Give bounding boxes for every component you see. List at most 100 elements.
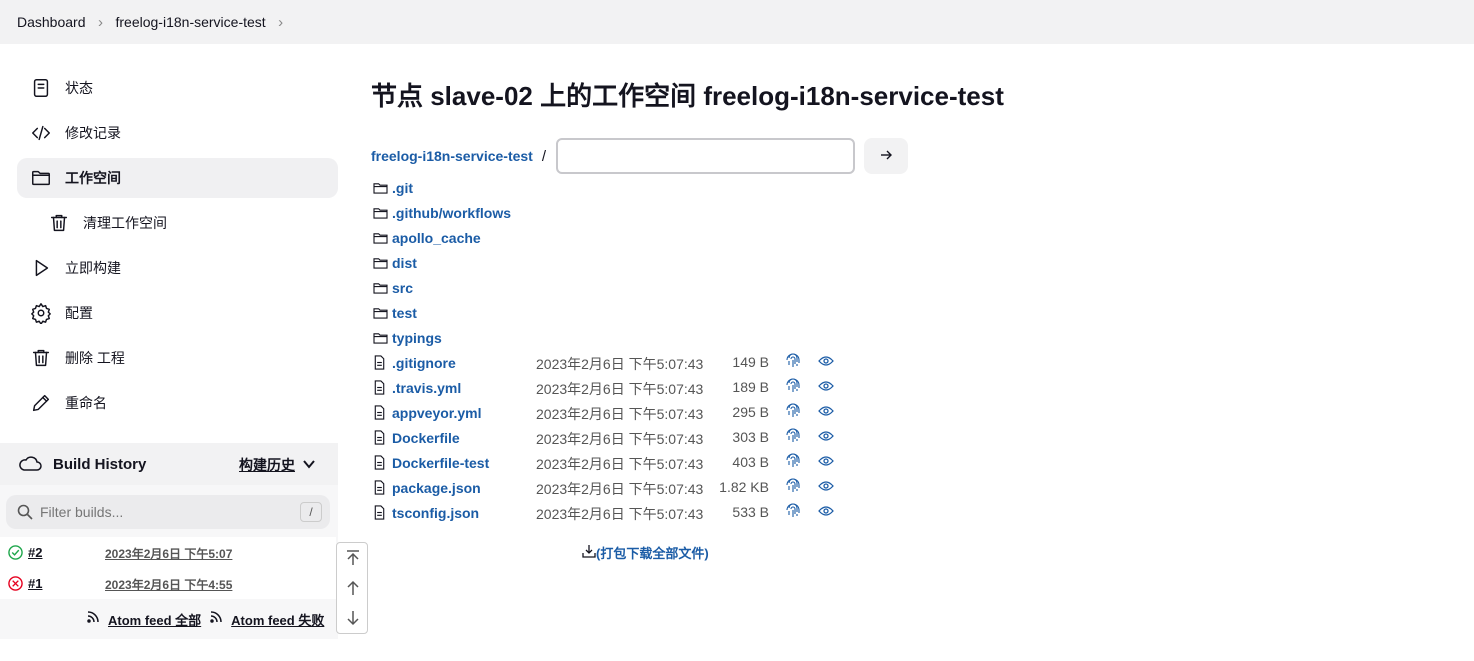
path-input[interactable] [556, 138, 856, 174]
folder-link[interactable]: typings [392, 330, 442, 346]
eye-icon[interactable] [818, 479, 834, 495]
download-all-label: (打包下载全部文件) [596, 546, 709, 561]
folder-row[interactable]: apollo_cache [373, 225, 853, 250]
file-row[interactable]: package.json 2023年2月6日 下午5:07:43 1.82 KB [373, 475, 853, 500]
folder-link[interactable]: dist [392, 255, 417, 271]
folder-row[interactable]: typings [373, 325, 853, 350]
go-button[interactable] [864, 138, 909, 174]
sidebar-item-wipe-workspace[interactable]: 清理工作空间 [17, 203, 338, 243]
folder-row[interactable]: test [373, 300, 853, 325]
file-icon [373, 380, 392, 395]
sidebar-item-status[interactable]: 状态 [17, 68, 338, 108]
folder-link[interactable]: test [392, 305, 417, 321]
atom-feeds: Atom feed 全部 Atom feed 失败 [86, 610, 324, 629]
breadcrumb-project[interactable]: freelog-i18n-service-test [116, 14, 266, 30]
path-root-link[interactable]: freelog-i18n-service-test [371, 148, 533, 164]
chevron-down-icon[interactable] [302, 457, 316, 474]
file-link[interactable]: .gitignore [392, 355, 456, 371]
download-all-link[interactable]: (打包下载全部文件) [582, 543, 709, 562]
file-row[interactable]: .gitignore 2023年2月6日 下午5:07:43 149 B [373, 350, 853, 375]
code-icon [17, 122, 65, 144]
eye-icon[interactable] [818, 354, 834, 370]
folder-link[interactable]: .github/workflows [392, 205, 511, 221]
fingerprint-icon[interactable] [786, 403, 800, 422]
sidebar-item-build-now[interactable]: 立即构建 [17, 248, 338, 288]
fingerprint-icon[interactable] [786, 478, 800, 497]
sidebar-item-configure[interactable]: 配置 [17, 293, 338, 333]
file-date: 2023年2月6日 下午5:07:43 [536, 356, 704, 372]
fingerprint-icon[interactable] [786, 378, 800, 397]
eye-icon[interactable] [818, 404, 834, 420]
eye-icon[interactable] [818, 429, 834, 445]
file-row[interactable]: tsconfig.json 2023年2月6日 下午5:07:43 533 B [373, 500, 853, 525]
scroll-top-icon[interactable] [344, 549, 362, 567]
fingerprint-icon[interactable] [786, 453, 800, 472]
fingerprint-icon[interactable] [786, 428, 800, 447]
folder-icon [373, 206, 392, 219]
build-row[interactable]: #2 2023年2月6日 下午5:07 [0, 537, 336, 568]
build-number-link[interactable]: #2 [28, 545, 42, 560]
filter-placeholder: Filter builds... [40, 504, 124, 520]
sidebar-item-label: 修改记录 [65, 125, 121, 141]
failed-icon [8, 576, 23, 594]
build-row[interactable]: #1 2023年2月6日 下午4:55 [0, 568, 336, 599]
file-date: 2023年2月6日 下午5:07:43 [536, 381, 704, 397]
file-date: 2023年2月6日 下午5:07:43 [536, 506, 704, 522]
file-link[interactable]: Dockerfile [392, 430, 460, 446]
file-size: 403 B [732, 454, 769, 470]
folder-row[interactable]: src [373, 275, 853, 300]
eye-icon[interactable] [818, 454, 834, 470]
file-size: 295 B [732, 404, 769, 420]
sidebar-item-delete-project[interactable]: 删除 工程 [17, 338, 338, 378]
file-row[interactable]: appveyor.yml 2023年2月6日 下午5:07:43 295 B [373, 400, 853, 425]
atom-feed-failed-link[interactable]: Atom feed 失败 [231, 610, 324, 629]
arrow-up-icon[interactable] [344, 579, 362, 597]
file-link[interactable]: Dockerfile-test [392, 455, 489, 471]
file-row[interactable]: Dockerfile-test 2023年2月6日 下午5:07:43 403 … [373, 450, 853, 475]
sidebar-item-workspace[interactable]: 工作空间 [17, 158, 338, 198]
file-link[interactable]: appveyor.yml [392, 405, 482, 421]
folder-link[interactable]: src [392, 280, 413, 296]
fingerprint-icon[interactable] [786, 503, 800, 522]
eye-icon[interactable] [818, 379, 834, 395]
file-icon [373, 355, 392, 370]
path-bar: freelog-i18n-service-test / [371, 138, 909, 174]
sidebar-item-rename[interactable]: 重命名 [17, 383, 338, 423]
folder-link[interactable]: .git [392, 180, 413, 196]
search-icon [17, 504, 33, 523]
build-time-link[interactable]: 2023年2月6日 下午4:55 [105, 576, 232, 593]
file-link[interactable]: tsconfig.json [392, 505, 479, 521]
eye-icon[interactable] [818, 504, 834, 520]
folder-link[interactable]: apollo_cache [392, 230, 481, 246]
trend-link[interactable]: 构建历史 [239, 455, 295, 475]
document-icon [17, 77, 65, 99]
file-link[interactable]: package.json [392, 480, 481, 496]
folder-icon [17, 167, 65, 189]
sidebar-item-changes[interactable]: 修改记录 [17, 113, 338, 153]
breadcrumb-dashboard[interactable]: Dashboard [17, 14, 86, 30]
folder-icon [373, 181, 392, 194]
arrow-down-icon[interactable] [344, 609, 362, 627]
folder-row[interactable]: .github/workflows [373, 200, 853, 225]
filter-builds-input[interactable]: Filter builds... / [6, 495, 330, 529]
pencil-icon [17, 392, 65, 414]
file-link[interactable]: .travis.yml [392, 380, 461, 396]
arrow-right-icon [879, 148, 893, 165]
build-history-header: Build History 构建历史 [0, 443, 338, 485]
file-size: 303 B [732, 429, 769, 445]
atom-feed-all-link[interactable]: Atom feed 全部 [108, 610, 201, 629]
file-row[interactable]: Dockerfile 2023年2月6日 下午5:07:43 303 B [373, 425, 853, 450]
build-time-link[interactable]: 2023年2月6日 下午5:07 [105, 545, 232, 562]
folder-row[interactable]: .git [373, 175, 853, 200]
folder-row[interactable]: dist [373, 250, 853, 275]
trash-icon [17, 347, 65, 369]
chevron-right-icon[interactable]: › [266, 14, 296, 31]
file-icon [373, 505, 392, 520]
play-icon [17, 257, 65, 279]
trash-icon [35, 212, 83, 234]
file-icon [373, 430, 392, 445]
build-number-link[interactable]: #1 [28, 576, 42, 591]
file-date: 2023年2月6日 下午5:07:43 [536, 431, 704, 447]
file-row[interactable]: .travis.yml 2023年2月6日 下午5:07:43 189 B [373, 375, 853, 400]
fingerprint-icon[interactable] [786, 353, 800, 372]
